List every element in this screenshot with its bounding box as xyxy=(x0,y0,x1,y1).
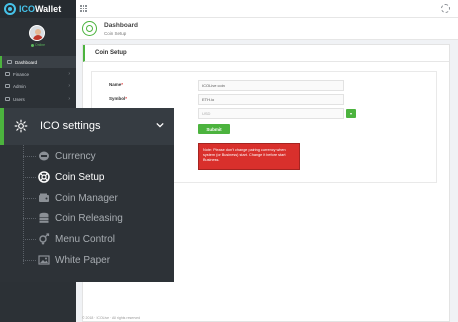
name-field[interactable]: ICOLive coin xyxy=(198,80,344,91)
image-icon xyxy=(38,255,50,265)
menu-item-currency[interactable]: Currency xyxy=(23,146,96,166)
finance-icon xyxy=(5,72,10,76)
menu-item-white-paper[interactable]: White Paper xyxy=(23,250,110,270)
menu-item-coin-setup[interactable]: Coin Setup xyxy=(23,167,104,187)
settings-gear-icon[interactable] xyxy=(441,4,450,13)
sidebar-item-finance[interactable]: Finance › xyxy=(0,68,76,80)
menu-item-label: Coin Setup xyxy=(55,171,105,183)
menu-item-menu-control[interactable]: Menu Control xyxy=(23,229,115,249)
sidebar-item-dashboard[interactable]: Dashboard xyxy=(0,56,76,68)
sidebar-item-admin[interactable]: Admin › xyxy=(0,80,76,92)
chevron-right-icon: › xyxy=(68,71,70,77)
currency-select[interactable]: USD xyxy=(198,108,344,119)
menu-item-coin-manager[interactable]: Coin Manager xyxy=(23,188,118,208)
page-header: Dashboard Coin Setup xyxy=(76,18,458,40)
card-header: Coin Setup xyxy=(83,45,449,62)
submit-button[interactable]: Submit xyxy=(198,124,230,134)
menu-item-coin-releasing[interactable]: Coin Releasing xyxy=(23,208,123,228)
warning-note: Note: Please don't change pairing curren… xyxy=(198,143,300,170)
menu-item-label: Coin Manager xyxy=(55,192,118,204)
menu-header-ico-settings[interactable]: ICO settings xyxy=(0,108,174,145)
name-label: Name* xyxy=(109,82,124,87)
sidebar-item-label: Admin xyxy=(13,83,26,89)
breadcrumb: Coin Setup xyxy=(104,31,127,36)
chevron-down-icon: ▾ xyxy=(349,111,352,116)
menu-item-label: Coin Releasing xyxy=(55,212,123,224)
wallet-icon xyxy=(39,193,49,202)
card-title: Coin Setup xyxy=(95,50,127,56)
ico-settings-menu: ICO settings Currency Coin Setup Coin Ma… xyxy=(0,108,174,282)
admin-icon xyxy=(5,84,10,88)
chevron-right-icon: › xyxy=(68,83,70,89)
gender-icon xyxy=(39,233,50,245)
logo[interactable]: ICOWallet xyxy=(0,0,76,18)
menu-item-label: White Paper xyxy=(55,254,111,266)
menu-item-label: Menu Control xyxy=(55,233,116,245)
dashboard-logo-icon xyxy=(82,21,97,36)
sidebar-item-label: Dashboard xyxy=(15,59,38,65)
brand-name: ICOWallet xyxy=(19,4,62,14)
gear-icon xyxy=(14,119,28,133)
online-dot-icon xyxy=(31,43,34,47)
menu-title: ICO settings xyxy=(40,120,101,132)
dashboard-icon xyxy=(7,60,12,64)
top-bar xyxy=(76,0,458,18)
lifebuoy-icon xyxy=(38,171,50,183)
currency-icon xyxy=(39,151,49,161)
users-icon xyxy=(5,97,10,101)
menu-item-label: Currency xyxy=(55,150,96,162)
online-status: Online xyxy=(31,43,45,47)
sidebar-item-users[interactable]: Users › xyxy=(0,93,76,105)
sidebar-item-label: Users xyxy=(13,96,25,102)
sidebar-item-label: Finance xyxy=(13,71,30,77)
avatar[interactable] xyxy=(29,25,45,41)
symbol-label: Symbol* xyxy=(109,96,128,101)
symbol-field[interactable]: ETH.io xyxy=(198,94,344,105)
apps-grid-icon[interactable] xyxy=(80,5,87,12)
database-icon xyxy=(39,212,49,223)
chevron-down-icon xyxy=(156,122,164,128)
chevron-right-icon: › xyxy=(68,96,70,102)
logo-icon xyxy=(4,3,16,15)
page-title: Dashboard xyxy=(104,22,138,29)
currency-dropdown-button[interactable]: ▾ xyxy=(346,109,356,118)
footer-text: © 2018 · ICOLive · All rights reserved xyxy=(82,316,141,320)
